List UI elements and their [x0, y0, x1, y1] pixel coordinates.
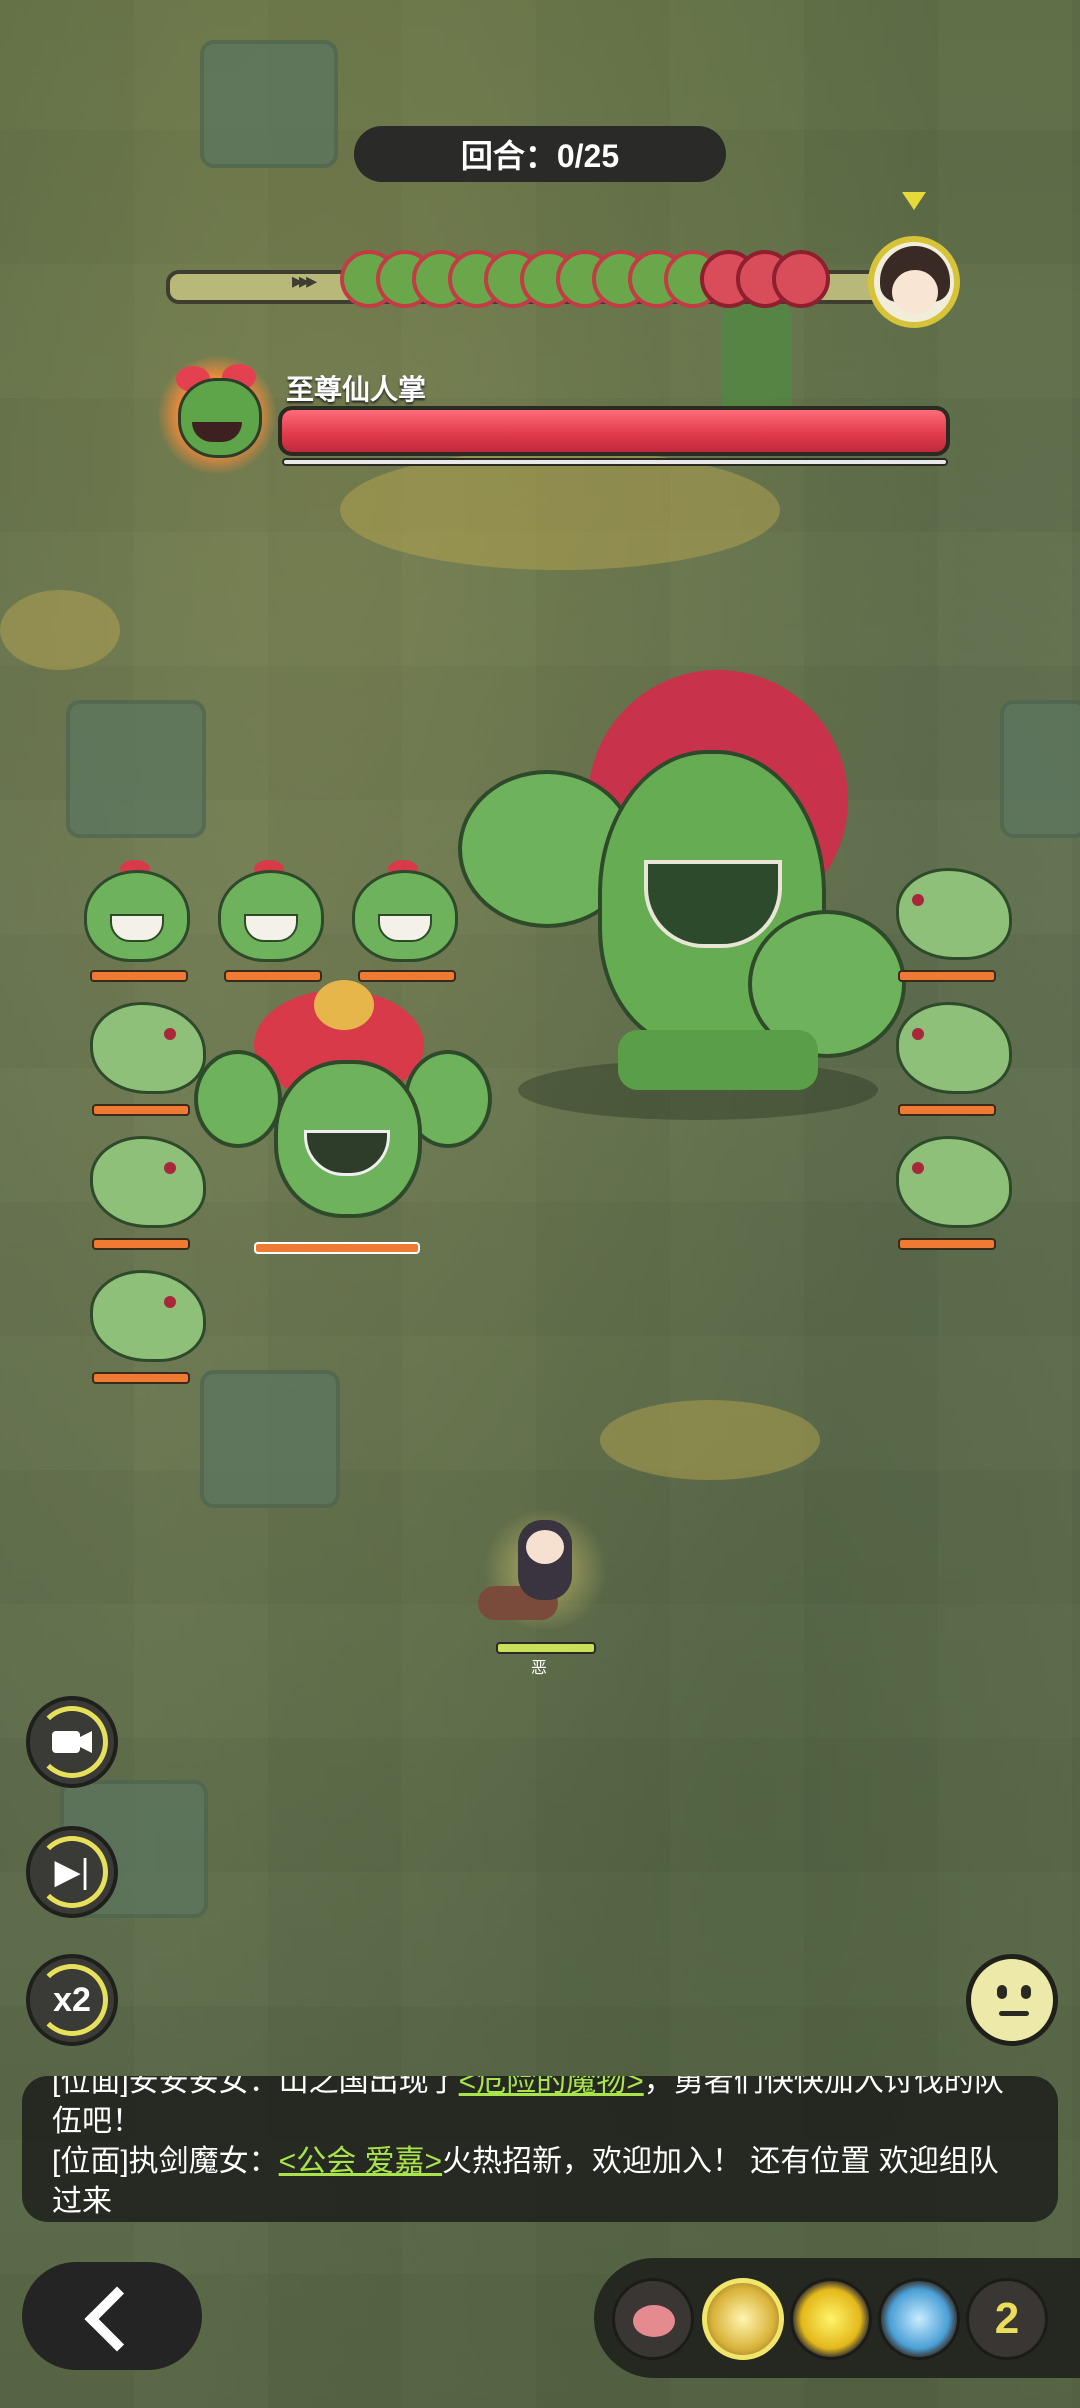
- lizard-hp-bar: [898, 1238, 996, 1250]
- lizard-hp-bar: [92, 1238, 190, 1250]
- boss-name: 至尊仙人掌: [286, 374, 427, 405]
- elite-flower-center: [314, 980, 374, 1030]
- lizard-minion[interactable]: [80, 1128, 210, 1250]
- skip-icon: ▶|: [54, 1853, 90, 1891]
- rock-tile: [200, 1370, 340, 1508]
- cactus-minion[interactable]: [338, 860, 468, 982]
- rune-icon[interactable]: [702, 2278, 784, 2360]
- skip-button[interactable]: ▶|: [26, 1826, 118, 1918]
- chevron-left-icon: [84, 2286, 150, 2352]
- player-character[interactable]: [470, 1500, 620, 1654]
- lizard-hp-bar: [92, 1104, 190, 1116]
- lizard-hp-bar: [898, 1104, 996, 1116]
- lizard-hp-bar: [92, 1372, 190, 1384]
- lizard-body: [896, 1002, 1012, 1094]
- rock-tile: [66, 700, 206, 838]
- lizard-body: [90, 1136, 206, 1228]
- minion-teeth: [110, 914, 164, 942]
- minion-hp-bar: [224, 970, 322, 982]
- back-button[interactable]: [22, 2262, 202, 2370]
- boss-hp-bar: [278, 406, 950, 456]
- chat-text: [位面]安安安女：山之国出现了: [52, 2076, 459, 2098]
- camera-icon: [52, 1731, 92, 1753]
- speed-label: x2: [53, 1980, 91, 2019]
- lizard-minion[interactable]: [80, 1262, 210, 1384]
- chat-sender: [位面]执剑魔女：: [52, 2145, 279, 2178]
- mud-puddle: [340, 450, 780, 570]
- lizard-minion[interactable]: [886, 1128, 1016, 1250]
- mud-puddle: [600, 1400, 820, 1480]
- cactus-decoration: [722, 292, 792, 412]
- player-face: [526, 1530, 564, 1564]
- cactus-minion[interactable]: [204, 860, 334, 982]
- current-turn-pointer-icon: [902, 192, 926, 210]
- chat-panel[interactable]: [位面]安安安女：山之国出现了<危险的魔物>，勇者们快快加入讨伐的队伍吧！ [位…: [22, 2076, 1058, 2222]
- boss-cactus-king[interactable]: [448, 660, 908, 1120]
- chat-link[interactable]: <公会 爱嘉>: [279, 2145, 442, 2178]
- player-tag: 恶: [531, 1660, 548, 1677]
- boss-head: [178, 378, 262, 458]
- round-counter: 回合：0/25: [354, 126, 726, 182]
- lizard-body: [90, 1002, 206, 1094]
- minion-teeth: [244, 914, 298, 942]
- player-hp-bar: [496, 1642, 596, 1654]
- emote-mouth: [999, 2011, 1029, 2016]
- chat-message: [位面]执剑魔女：<公会 爱嘉>火热招新，欢迎加入！ 还有位置 欢迎组队过来: [52, 2142, 1028, 2222]
- emote-eye: [1021, 1985, 1031, 1999]
- cactus-minion[interactable]: [70, 860, 200, 982]
- mud-puddle: [0, 590, 120, 670]
- lizard-eye: [164, 1028, 176, 1040]
- neutral-face-icon: [997, 1985, 1007, 1999]
- lizard-hp-bar: [898, 970, 996, 982]
- pig-icon[interactable]: [612, 2278, 694, 2360]
- boss-shield-bar: [282, 458, 948, 466]
- lizard-eye: [164, 1162, 176, 1174]
- lizard-minion[interactable]: [886, 994, 1016, 1116]
- hero-portrait[interactable]: [868, 236, 960, 328]
- minion-hp-bar: [90, 970, 188, 982]
- lizard-eye: [912, 1028, 924, 1040]
- lizard-body: [896, 868, 1012, 960]
- lizard-minion[interactable]: [80, 994, 210, 1116]
- minion-teeth: [378, 914, 432, 942]
- queue-boss-icon: [772, 250, 830, 308]
- buff-more-count[interactable]: 2: [966, 2278, 1048, 2360]
- lizard-body: [896, 1136, 1012, 1228]
- boss-hp-fill: [282, 410, 946, 452]
- emote-button[interactable]: [966, 1954, 1058, 2046]
- rock-tile: [200, 40, 338, 168]
- lizard-minion[interactable]: [886, 860, 1016, 982]
- elite-hp-bar: [254, 1242, 420, 1254]
- camera-button[interactable]: [26, 1696, 118, 1788]
- ice-crystal-icon[interactable]: [878, 2278, 960, 2360]
- sun-icon[interactable]: [790, 2278, 872, 2360]
- lizard-eye: [912, 894, 924, 906]
- lizard-eye: [164, 1296, 176, 1308]
- rock-tile: [1000, 700, 1080, 838]
- pig-snout: [633, 2305, 675, 2337]
- lizard-eye: [912, 1162, 924, 1174]
- lizard-body: [90, 1270, 206, 1362]
- minion-hp-bar: [358, 970, 456, 982]
- speed-button[interactable]: x2: [26, 1954, 118, 2046]
- portrait-face: [892, 270, 938, 314]
- boss-portrait-icon: [158, 356, 276, 474]
- elite-flower-cactus[interactable]: [194, 980, 492, 1260]
- chat-link[interactable]: <危险的魔物>: [459, 2076, 644, 2098]
- track-arrows: ▸▸▸: [292, 268, 317, 293]
- chat-message: [位面]安安安女：山之国出现了<危险的魔物>，勇者们快快加入讨伐的队伍吧！: [52, 2076, 1028, 2142]
- boss-legs: [618, 1030, 818, 1090]
